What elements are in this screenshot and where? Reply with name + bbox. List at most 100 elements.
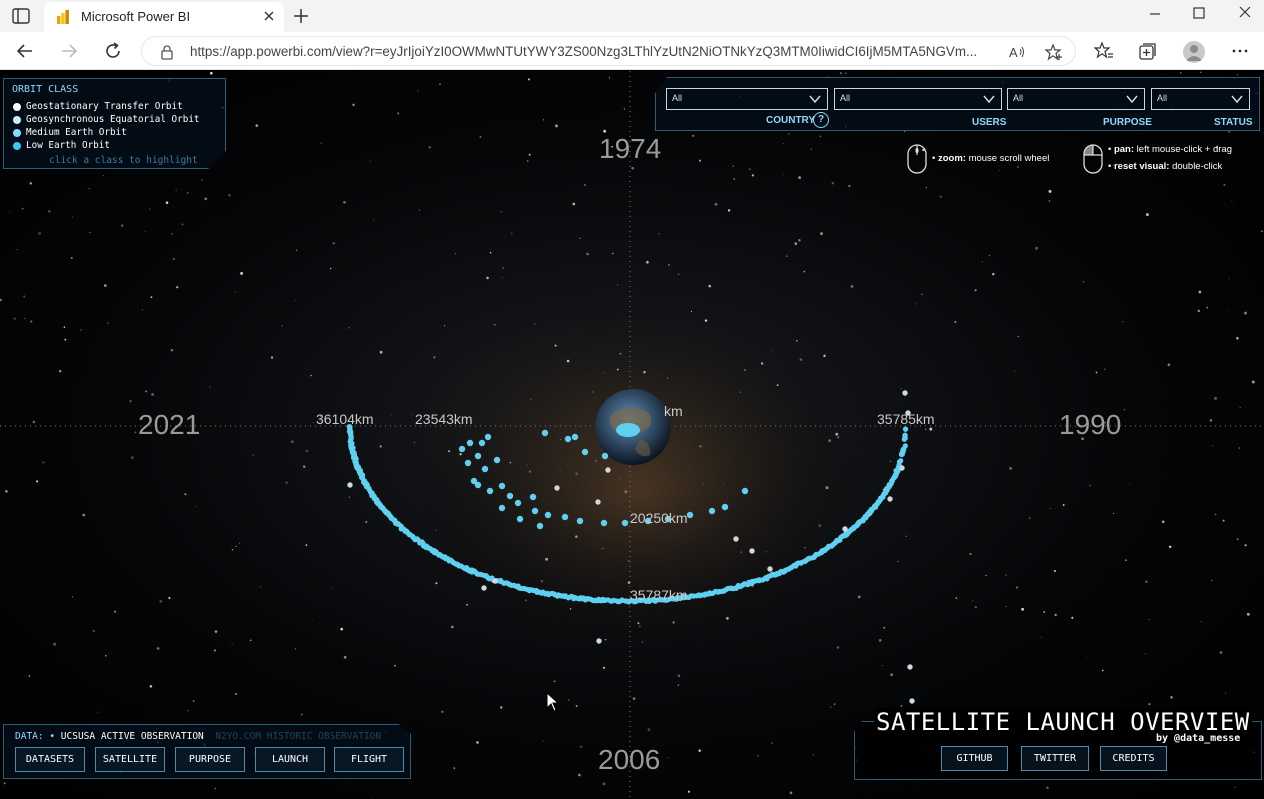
satellite-point[interactable] [466,439,474,447]
legend-item-meo[interactable]: Medium Earth Orbit [13,127,127,138]
collections-icon[interactable] [1138,41,1158,61]
url-text[interactable]: https://app.powerbi.com/view?r=eyJrIjoiY… [190,44,1000,59]
satellite-point[interactable] [596,638,602,644]
github-button[interactable]: GITHUB [941,746,1008,771]
satellite-point[interactable] [478,439,486,447]
satellite-point[interactable] [486,487,494,495]
satellite-point[interactable] [492,578,498,584]
satellite-point[interactable] [898,458,904,464]
satellite-point[interactable] [749,548,755,554]
star [690,310,693,313]
nav-button-purpose[interactable]: PURPOSE [175,747,245,772]
profile-icon[interactable] [1183,41,1205,63]
satellite-point[interactable] [581,448,589,456]
star [782,174,784,176]
satellite-point[interactable] [544,511,552,519]
satellite-point[interactable] [561,513,569,521]
help-icon[interactable]: ? [813,112,829,128]
satellite-point[interactable] [842,526,848,532]
satellite-point[interactable] [458,445,466,453]
star [89,231,91,234]
close-tab-icon[interactable] [262,9,276,23]
satellite-point[interactable] [536,522,544,530]
lock-icon[interactable] [160,44,174,60]
minimize-icon[interactable] [1144,4,1166,24]
satellite-point[interactable] [909,698,915,704]
tab-actions-icon[interactable] [10,6,32,26]
orbit-class-legend[interactable]: ORBIT CLASS Geostationary Transfer Orbit… [3,78,226,169]
users-dropdown[interactable]: All [834,88,1002,110]
satellite-point[interactable] [899,465,905,471]
star [583,184,586,186]
satellite-point[interactable] [529,493,537,501]
forward-icon[interactable] [58,40,80,62]
satellite-point[interactable] [902,426,909,432]
satellite-point[interactable] [347,482,353,488]
add-favorite-icon[interactable] [1044,43,1064,61]
satellite-point[interactable] [576,517,584,525]
more-icon[interactable] [1230,41,1250,61]
inactive-source[interactable]: N2YO.COM HISTORIC OBSERVATION [215,731,381,742]
purpose-dropdown[interactable]: All [1007,88,1145,110]
satellite-point[interactable] [474,481,482,489]
new-tab-icon[interactable] [292,7,310,25]
satellite-point[interactable] [887,496,893,502]
back-icon[interactable] [14,40,36,62]
satellite-point[interactable] [621,519,629,527]
satellite-point[interactable] [708,507,716,515]
satellite-point[interactable] [902,432,908,438]
satellite-point[interactable] [605,467,611,473]
satellite-point[interactable] [474,452,482,460]
satellite-point[interactable] [531,507,539,515]
star [929,427,933,431]
satellite-point[interactable] [600,519,608,527]
satellite-point[interactable] [514,499,522,507]
legend-item-leo[interactable]: Low Earth Orbit [13,140,110,151]
browser-tab[interactable]: Microsoft Power BI [44,2,284,32]
satellite-point[interactable] [493,456,501,464]
satellite-point[interactable] [498,504,506,512]
report-canvas[interactable]: ORBIT CLASS Geostationary Transfer Orbit… [0,71,1264,799]
satellite-point[interactable] [464,459,472,467]
satellite-point[interactable] [564,435,572,443]
star [369,160,371,162]
satellite-point[interactable] [767,566,773,572]
read-aloud-icon[interactable]: A [1008,43,1026,61]
satellite-point[interactable] [554,485,560,491]
satellite-point[interactable] [902,443,908,449]
legend-item-gto[interactable]: Geostationary Transfer Orbit [13,101,183,112]
twitter-button[interactable]: TWITTER [1021,746,1089,771]
satellite-point[interactable] [686,511,694,519]
satellite-point[interactable] [506,492,514,500]
satellite-point[interactable] [902,390,908,396]
satellite-point[interactable] [516,515,524,523]
satellite-point[interactable] [571,433,579,441]
satellite-point[interactable] [907,664,913,670]
country-dropdown[interactable]: All [666,88,828,110]
report-byline: by @data_messe [1156,733,1241,744]
legend-item-geo[interactable]: Geosynchronous Equatorial Orbit [13,114,200,125]
status-dropdown[interactable]: All [1151,88,1250,110]
favorites-icon[interactable] [1094,41,1114,61]
satellite-point[interactable] [481,465,489,473]
star [47,209,51,213]
satellite-point[interactable] [733,536,739,542]
active-source[interactable]: UCSUSA ACTIVE OBSERVATION [61,731,204,742]
nav-button-flight[interactable]: FLIGHT [334,747,404,772]
nav-button-satellite[interactable]: SATELLITE [95,747,165,772]
refresh-icon[interactable] [102,40,124,62]
satellite-point[interactable] [721,503,729,511]
address-bar[interactable]: https://app.powerbi.com/view?r=eyJrIjoiY… [141,36,1076,66]
satellite-point[interactable] [541,429,549,437]
close-window-icon[interactable] [1234,4,1256,24]
satellite-point[interactable] [601,452,609,460]
nav-button-launch[interactable]: LAUNCH [255,747,325,772]
credits-button[interactable]: CREDITS [1100,746,1167,771]
nav-button-datasets[interactable]: DATASETS [15,747,85,772]
maximize-icon[interactable] [1188,4,1210,24]
satellite-point[interactable] [595,499,601,505]
satellite-point[interactable] [741,487,749,495]
satellite-point[interactable] [484,433,492,441]
satellite-point[interactable] [481,585,487,591]
satellite-point[interactable] [498,482,506,490]
